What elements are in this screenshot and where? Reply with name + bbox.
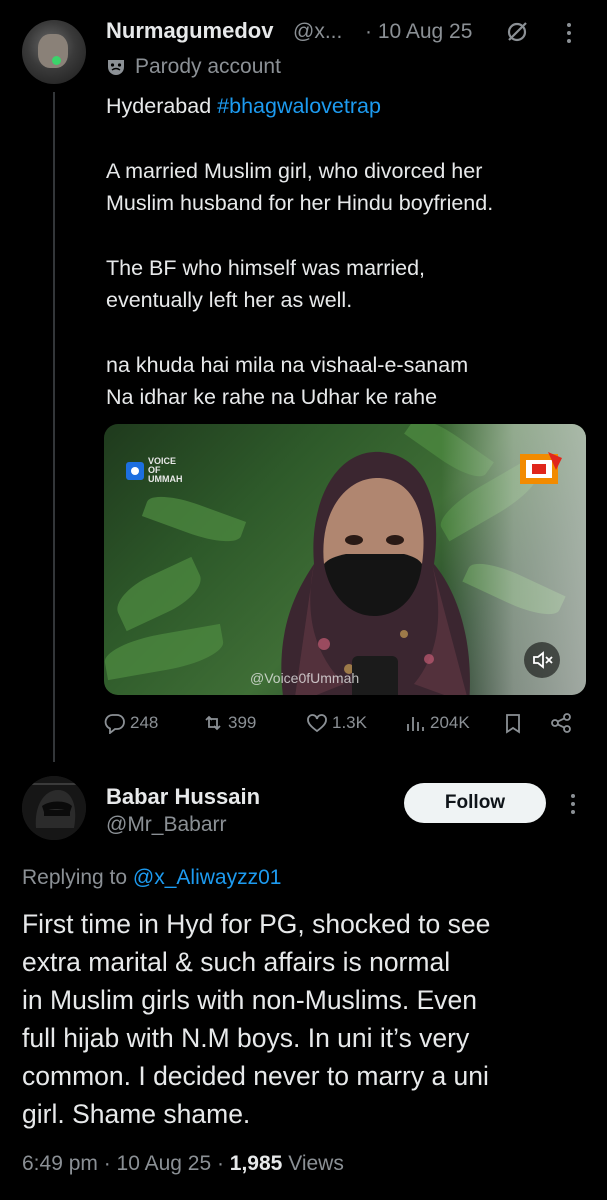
reply-text: First time in Hyd for PG, shocked to see… xyxy=(22,905,587,1133)
replying-to: Replying to @x_Aliwayzz01 xyxy=(22,866,281,890)
tweet-actions: 248 399 1.3K 204K xyxy=(104,712,584,740)
share-icon xyxy=(551,713,571,733)
avatar-image xyxy=(22,776,86,840)
tweet-text-prefix: Hyderabad xyxy=(106,94,218,118)
reply-text-line: First time in Hyd for PG, shocked to see xyxy=(22,909,491,939)
woman-in-hijab-image xyxy=(281,451,470,695)
repost-icon xyxy=(205,715,221,731)
reply-text-line: full hijab with N.M boys. In uni it’s ve… xyxy=(22,1023,470,1053)
repost-button[interactable]: 399 xyxy=(202,712,256,734)
avatar[interactable] xyxy=(22,776,86,840)
author-handle[interactable]: @Mr_Babarr xyxy=(106,813,227,837)
author-name[interactable]: Nurmagumedov xyxy=(106,18,273,44)
reply-count: 248 xyxy=(130,713,159,732)
reply-text-line: extra marital & such affairs is normal xyxy=(22,947,451,977)
more-options-icon[interactable] xyxy=(569,793,577,815)
mask-icon xyxy=(108,60,124,75)
voice-of-ummah-logo-text: VOICE OF UMMAH xyxy=(148,456,183,484)
tweet-date[interactable]: · 10 Aug 25 xyxy=(365,20,472,44)
repost-count: 399 xyxy=(228,713,257,732)
reply-icon xyxy=(104,714,125,734)
avatar[interactable] xyxy=(22,20,86,84)
grok-icon[interactable] xyxy=(505,20,529,44)
tweet-text-line: na khuda hai mila na vishaal-e-sanam xyxy=(106,353,469,377)
replying-to-prefix: Replying to xyxy=(22,866,133,889)
tweet-text-line: Na idhar ke rahe na Udhar ke rahe xyxy=(106,385,438,409)
thread-line xyxy=(53,92,55,762)
video-watermark: @Voice0fUmmah xyxy=(250,670,360,686)
tweet-text-line: A married Muslim girl, who divorced her xyxy=(106,159,483,183)
tweet-text-line: Muslim husband for her Hindu boyfriend. xyxy=(106,191,494,215)
reply-text-line: common. I decided never to marry a uni xyxy=(22,1061,489,1091)
views-count: 1,985 xyxy=(229,1152,283,1175)
author-name[interactable]: Babar Hussain xyxy=(106,784,260,810)
hashtag-link[interactable]: #bhagwalovetrap xyxy=(217,94,381,118)
views-count: 204K xyxy=(430,713,470,732)
parody-label-text: Parody account xyxy=(135,55,281,78)
follow-button[interactable]: Follow xyxy=(404,783,546,823)
mute-button[interactable] xyxy=(524,642,560,678)
tweet-video[interactable]: VOICE OF UMMAH @Voice0fUmmah xyxy=(104,424,586,695)
reply-text-line: in Muslim girls with non-Muslims. Even xyxy=(22,985,478,1015)
tweet-text-line: eventually left her as well. xyxy=(106,288,353,312)
author-handle[interactable]: @x... xyxy=(293,20,342,44)
speaker-muted-icon xyxy=(533,651,553,669)
bookmark-icon xyxy=(506,714,520,734)
like-count: 1.3K xyxy=(332,713,367,732)
views-icon xyxy=(407,717,424,731)
tweet-meta: 6:49 pm · 10 Aug 25 · 1,985 Views xyxy=(22,1152,344,1176)
mention-link[interactable]: @x_Aliwayzz01 xyxy=(133,866,282,889)
more-options-icon[interactable] xyxy=(565,22,573,44)
like-button[interactable]: 1.3K xyxy=(306,712,367,734)
tweet-timestamp[interactable]: 6:49 pm · 10 Aug 25 · xyxy=(22,1152,230,1175)
reply-button[interactable]: 248 xyxy=(104,712,158,734)
views-button[interactable]: 204K xyxy=(404,712,470,734)
heart-icon xyxy=(307,714,327,733)
views-label: Views xyxy=(282,1152,344,1175)
tweet-text: Hyderabad #bhagwalovetrap A married Musl… xyxy=(106,90,586,413)
share-button[interactable] xyxy=(550,712,572,734)
otv-logo xyxy=(520,452,562,484)
parody-label: Parody account xyxy=(106,55,281,79)
tweet-text-line: The BF who himself was married, xyxy=(106,256,426,280)
reply-text-line: girl. Shame shame. xyxy=(22,1099,251,1129)
bookmark-button[interactable] xyxy=(502,712,524,734)
